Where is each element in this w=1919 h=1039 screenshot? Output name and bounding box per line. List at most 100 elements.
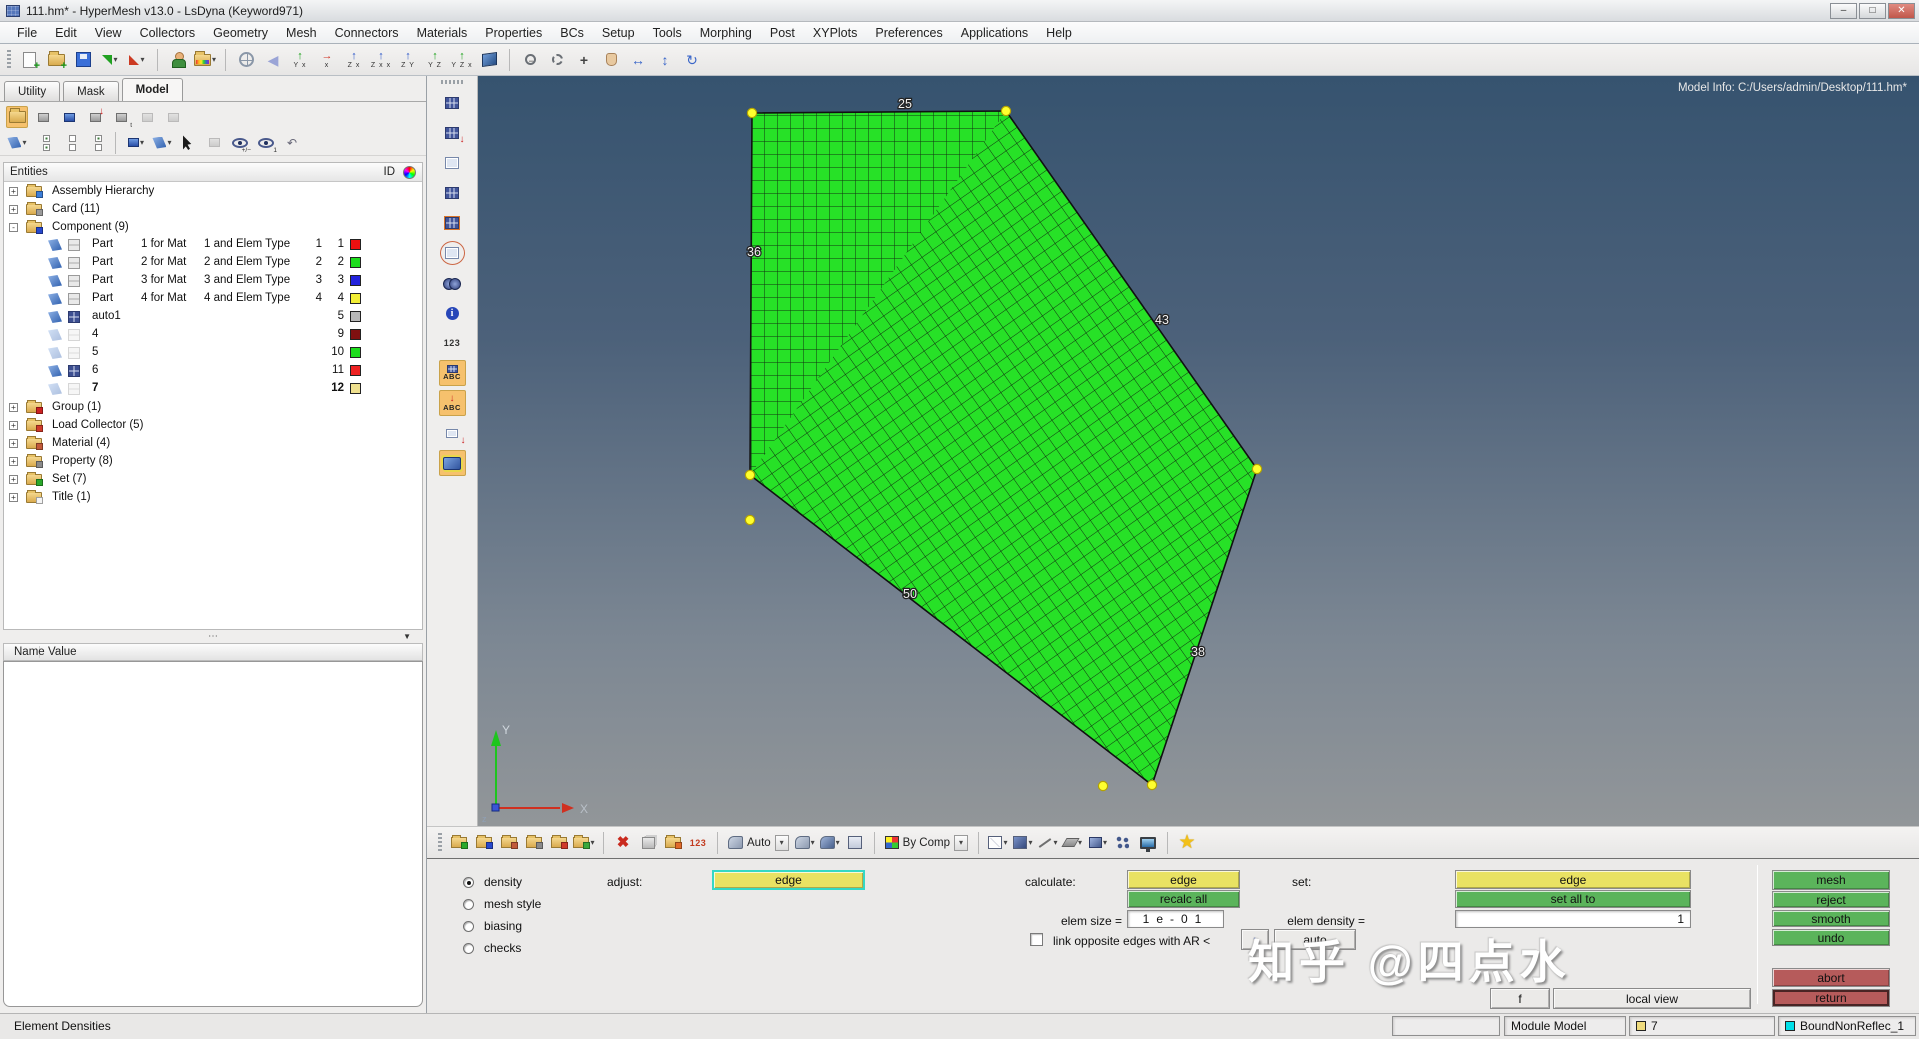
system-collector-button[interactable]: ▾	[573, 832, 595, 854]
color-swatch[interactable]	[350, 365, 361, 376]
menu-item-file[interactable]: File	[8, 24, 46, 42]
maximize-button[interactable]: □	[1859, 2, 1886, 19]
view-xz-left-button[interactable]: ↑ Z x	[342, 48, 366, 72]
renumber-button[interactable]: 123	[687, 832, 709, 854]
expander-icon[interactable]: +	[9, 492, 18, 502]
isolate-button[interactable]: 1	[255, 132, 277, 154]
performance-button[interactable]	[1137, 832, 1159, 854]
tree-row-title[interactable]: + Title (1)	[4, 488, 422, 506]
color-mode-combo[interactable]: By Comp ▾	[883, 834, 970, 852]
toolbar-grip[interactable]	[438, 832, 442, 853]
rotate-view-button[interactable]: ↻	[680, 48, 704, 72]
shaded-mode-button[interactable]: ▾	[1012, 832, 1034, 854]
component-row[interactable]: 6 11	[4, 362, 422, 380]
menu-item-tools[interactable]: Tools	[644, 24, 691, 42]
toolbar-grip[interactable]	[7, 49, 11, 70]
surface-display-button[interactable]	[438, 450, 466, 476]
set-edge-button[interactable]: edge	[1455, 870, 1691, 889]
return-button[interactable]: return	[1772, 989, 1890, 1007]
mesh-node[interactable]	[1251, 463, 1263, 475]
menu-item-collectors[interactable]: Collectors	[131, 24, 205, 42]
tree-row-material[interactable]: + Material (4)	[4, 434, 422, 452]
abort-button[interactable]: abort	[1772, 968, 1890, 987]
element-display-button[interactable]: ▾	[151, 132, 173, 154]
menu-item-mesh[interactable]: Mesh	[277, 24, 326, 42]
color-swatch[interactable]	[350, 257, 361, 268]
chevron-down-icon[interactable]: ▾	[953, 834, 968, 851]
material-collector-button[interactable]	[498, 832, 520, 854]
color-swatch[interactable]	[350, 329, 361, 340]
geometry-wire-shade-button[interactable]: ▾	[794, 832, 816, 854]
numbers-button[interactable]: 123	[439, 330, 466, 356]
view-yz-right-button[interactable]: ↑ Y Z	[423, 48, 447, 72]
status-cell-loadcol[interactable]: BoundNonReflec_1	[1778, 1016, 1916, 1036]
expander-icon[interactable]: +	[9, 438, 18, 448]
mesh-node[interactable]	[1000, 105, 1012, 117]
view-xy-top-button[interactable]: ↑ Y x	[288, 48, 312, 72]
display-3d-button[interactable]: ▾	[1087, 832, 1109, 854]
menu-item-connectors[interactable]: Connectors	[326, 24, 408, 42]
smooth-button[interactable]: smooth	[1772, 910, 1890, 927]
mesh-node[interactable]	[1146, 779, 1158, 791]
ghost-entity-button[interactable]	[136, 106, 158, 128]
organize-button[interactable]	[32, 106, 54, 128]
value-column-header[interactable]: Value	[40, 646, 77, 658]
tree-row-assembly[interactable]: + Assembly Hierarchy	[4, 182, 422, 200]
previous-view-button[interactable]: ◀	[261, 48, 285, 72]
restore-button[interactable]: ↶	[281, 132, 303, 154]
vector-display-button[interactable]: ↓	[439, 420, 466, 446]
component-row[interactable]: 5 10	[4, 344, 422, 362]
menu-item-morphing[interactable]: Morphing	[691, 24, 761, 42]
save-model-button[interactable]	[71, 48, 95, 72]
local-view-button[interactable]: local view	[1553, 988, 1751, 1009]
create-entity-button[interactable]	[58, 106, 80, 128]
set-all-to-button[interactable]: set all to	[1455, 890, 1691, 908]
close-button[interactable]: ✕	[1888, 2, 1915, 19]
card-edit-button[interactable]	[662, 832, 684, 854]
export-button[interactable]: ▾	[125, 48, 149, 72]
tree-row-loadcollector[interactable]: + Load Collector (5)	[4, 416, 422, 434]
splitter-handle[interactable]: ⋯	[208, 631, 218, 642]
view-iso-button[interactable]: ↑ Y Z x	[450, 48, 474, 72]
component-row[interactable]: Part 1 for Mat 1 and Elem Type 1 1	[4, 236, 422, 254]
menu-item-properties[interactable]: Properties	[476, 24, 551, 42]
menu-item-view[interactable]: View	[86, 24, 131, 42]
component-row[interactable]: auto1 5	[4, 308, 422, 326]
mesh-button[interactable]: mesh	[1772, 870, 1890, 890]
global-view-button[interactable]	[234, 48, 258, 72]
translate-v-button[interactable]: ↕	[653, 48, 677, 72]
component-row[interactable]: Part 4 for Mat 4 and Elem Type 4 4	[4, 290, 422, 308]
menu-item-applications[interactable]: Applications	[952, 24, 1037, 42]
tree-toggle-button[interactable]	[84, 132, 106, 154]
menu-item-materials[interactable]: Materials	[408, 24, 477, 42]
mesh-canvas[interactable]: 25 36 43 50 38 Y X z	[478, 76, 1919, 826]
tree-row-card[interactable]: + Card (11)	[4, 200, 422, 218]
graphics-viewport[interactable]: 25 36 43 50 38 Y X z Model Info: C:/Users/ad…	[478, 76, 1919, 826]
tree-row-set[interactable]: + Set (7)	[4, 470, 422, 488]
load-collector-button[interactable]	[548, 832, 570, 854]
wireframe-elements-button[interactable]	[439, 150, 466, 176]
property-collector-button[interactable]	[523, 832, 545, 854]
menu-item-setup[interactable]: Setup	[593, 24, 644, 42]
open-model-button[interactable]: +	[44, 48, 68, 72]
display-2d-button[interactable]: ▾	[1061, 832, 1084, 854]
reject-button[interactable]: reject	[1772, 891, 1890, 908]
wireframe-mode-button[interactable]: ▾	[987, 832, 1009, 854]
expander-icon[interactable]: +	[9, 420, 18, 430]
menu-item-xyplots[interactable]: XYPlots	[804, 24, 866, 42]
component-row[interactable]: Part 3 for Mat 3 and Elem Type 3 3	[4, 272, 422, 290]
menu-item-edit[interactable]: Edit	[46, 24, 86, 42]
shading-mode-combo[interactable]: Auto ▾	[726, 834, 791, 852]
elements-arrow-button[interactable]: ↓	[439, 120, 466, 146]
color-swatch[interactable]	[350, 383, 361, 394]
chevron-down-icon[interactable]: ▾	[774, 834, 789, 851]
element-labels-button[interactable]: ABC	[438, 360, 466, 386]
component-row-current[interactable]: 7 12	[4, 380, 422, 398]
geometry-transparent-button[interactable]	[844, 832, 866, 854]
import-button[interactable]: ▾	[98, 48, 122, 72]
view-xy-bottom-button[interactable]: → x	[315, 48, 339, 72]
radio-checks[interactable]: checks	[463, 940, 521, 956]
status-cell-module[interactable]: Module Model	[1504, 1016, 1626, 1036]
mesh-node[interactable]	[744, 469, 756, 481]
tab-mask[interactable]: Mask	[63, 81, 119, 101]
